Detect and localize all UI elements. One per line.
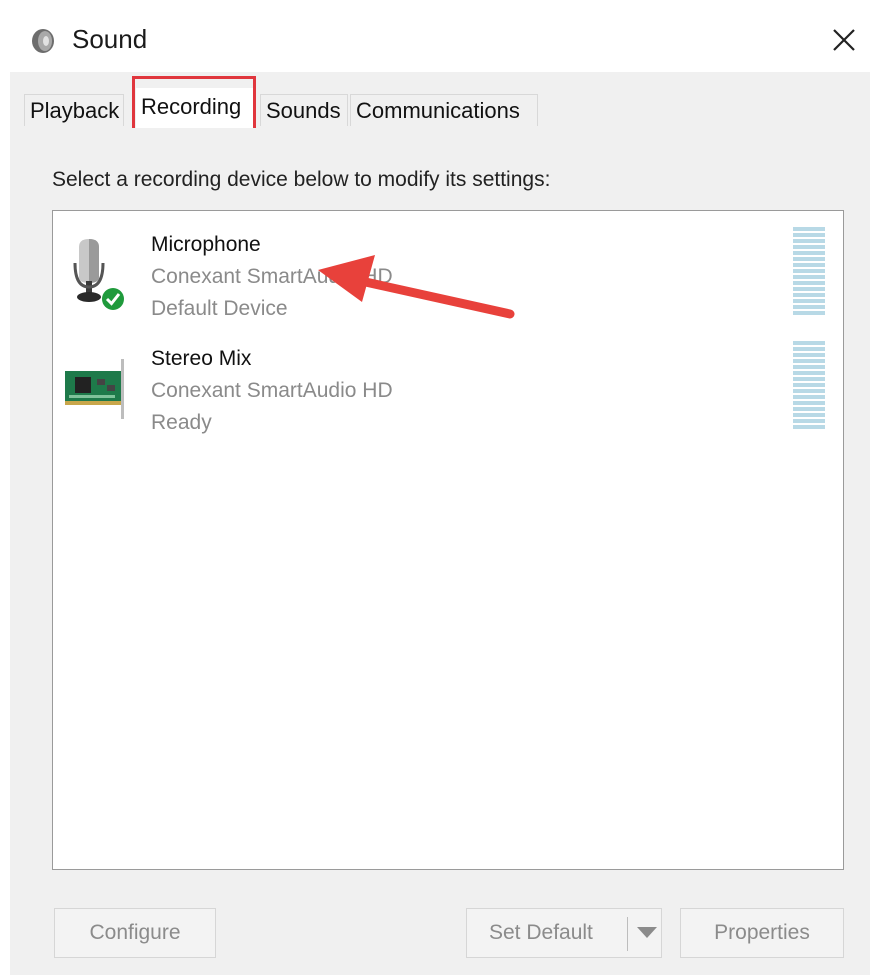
default-check-icon	[102, 288, 124, 310]
device-name: Microphone	[151, 233, 261, 256]
recording-panel: Select a recording device below to modif…	[24, 128, 860, 975]
sound-card-icon	[65, 359, 124, 419]
instruction-text: Select a recording device below to modif…	[52, 168, 551, 191]
device-status: Ready	[151, 411, 212, 434]
chevron-down-icon[interactable]	[637, 927, 657, 938]
device-list[interactable]: Microphone Conexant SmartAudio HD Defaul…	[52, 210, 844, 870]
device-driver: Conexant SmartAudio HD	[151, 379, 393, 402]
properties-button[interactable]: Properties	[680, 908, 844, 958]
speaker-icon	[32, 29, 54, 53]
device-name: Stereo Mix	[151, 347, 252, 370]
microphone-icon	[73, 239, 124, 310]
title-bar: Sound	[10, 10, 870, 72]
configure-button[interactable]: Configure	[54, 908, 216, 958]
level-meter	[793, 341, 825, 431]
split-divider	[627, 917, 628, 951]
level-meter	[793, 227, 825, 317]
device-item-microphone[interactable]: Microphone Conexant SmartAudio HD Defaul…	[53, 227, 843, 337]
device-item-stereo-mix[interactable]: Stereo Mix Conexant SmartAudio HD Ready	[53, 341, 843, 451]
device-driver: Conexant SmartAudio HD	[151, 265, 393, 288]
set-default-split-button[interactable]: Set Default	[466, 908, 662, 958]
tab-communications[interactable]: Communications	[350, 94, 538, 126]
sound-dialog: Sound Playback Recording Sounds Communic…	[10, 10, 870, 975]
tab-playback[interactable]: Playback	[24, 94, 124, 126]
tab-sounds[interactable]: Sounds	[260, 94, 348, 126]
device-status: Default Device	[151, 297, 288, 320]
close-icon[interactable]	[822, 18, 866, 62]
window-title: Sound	[72, 24, 148, 54]
set-default-label: Set Default	[489, 921, 593, 944]
